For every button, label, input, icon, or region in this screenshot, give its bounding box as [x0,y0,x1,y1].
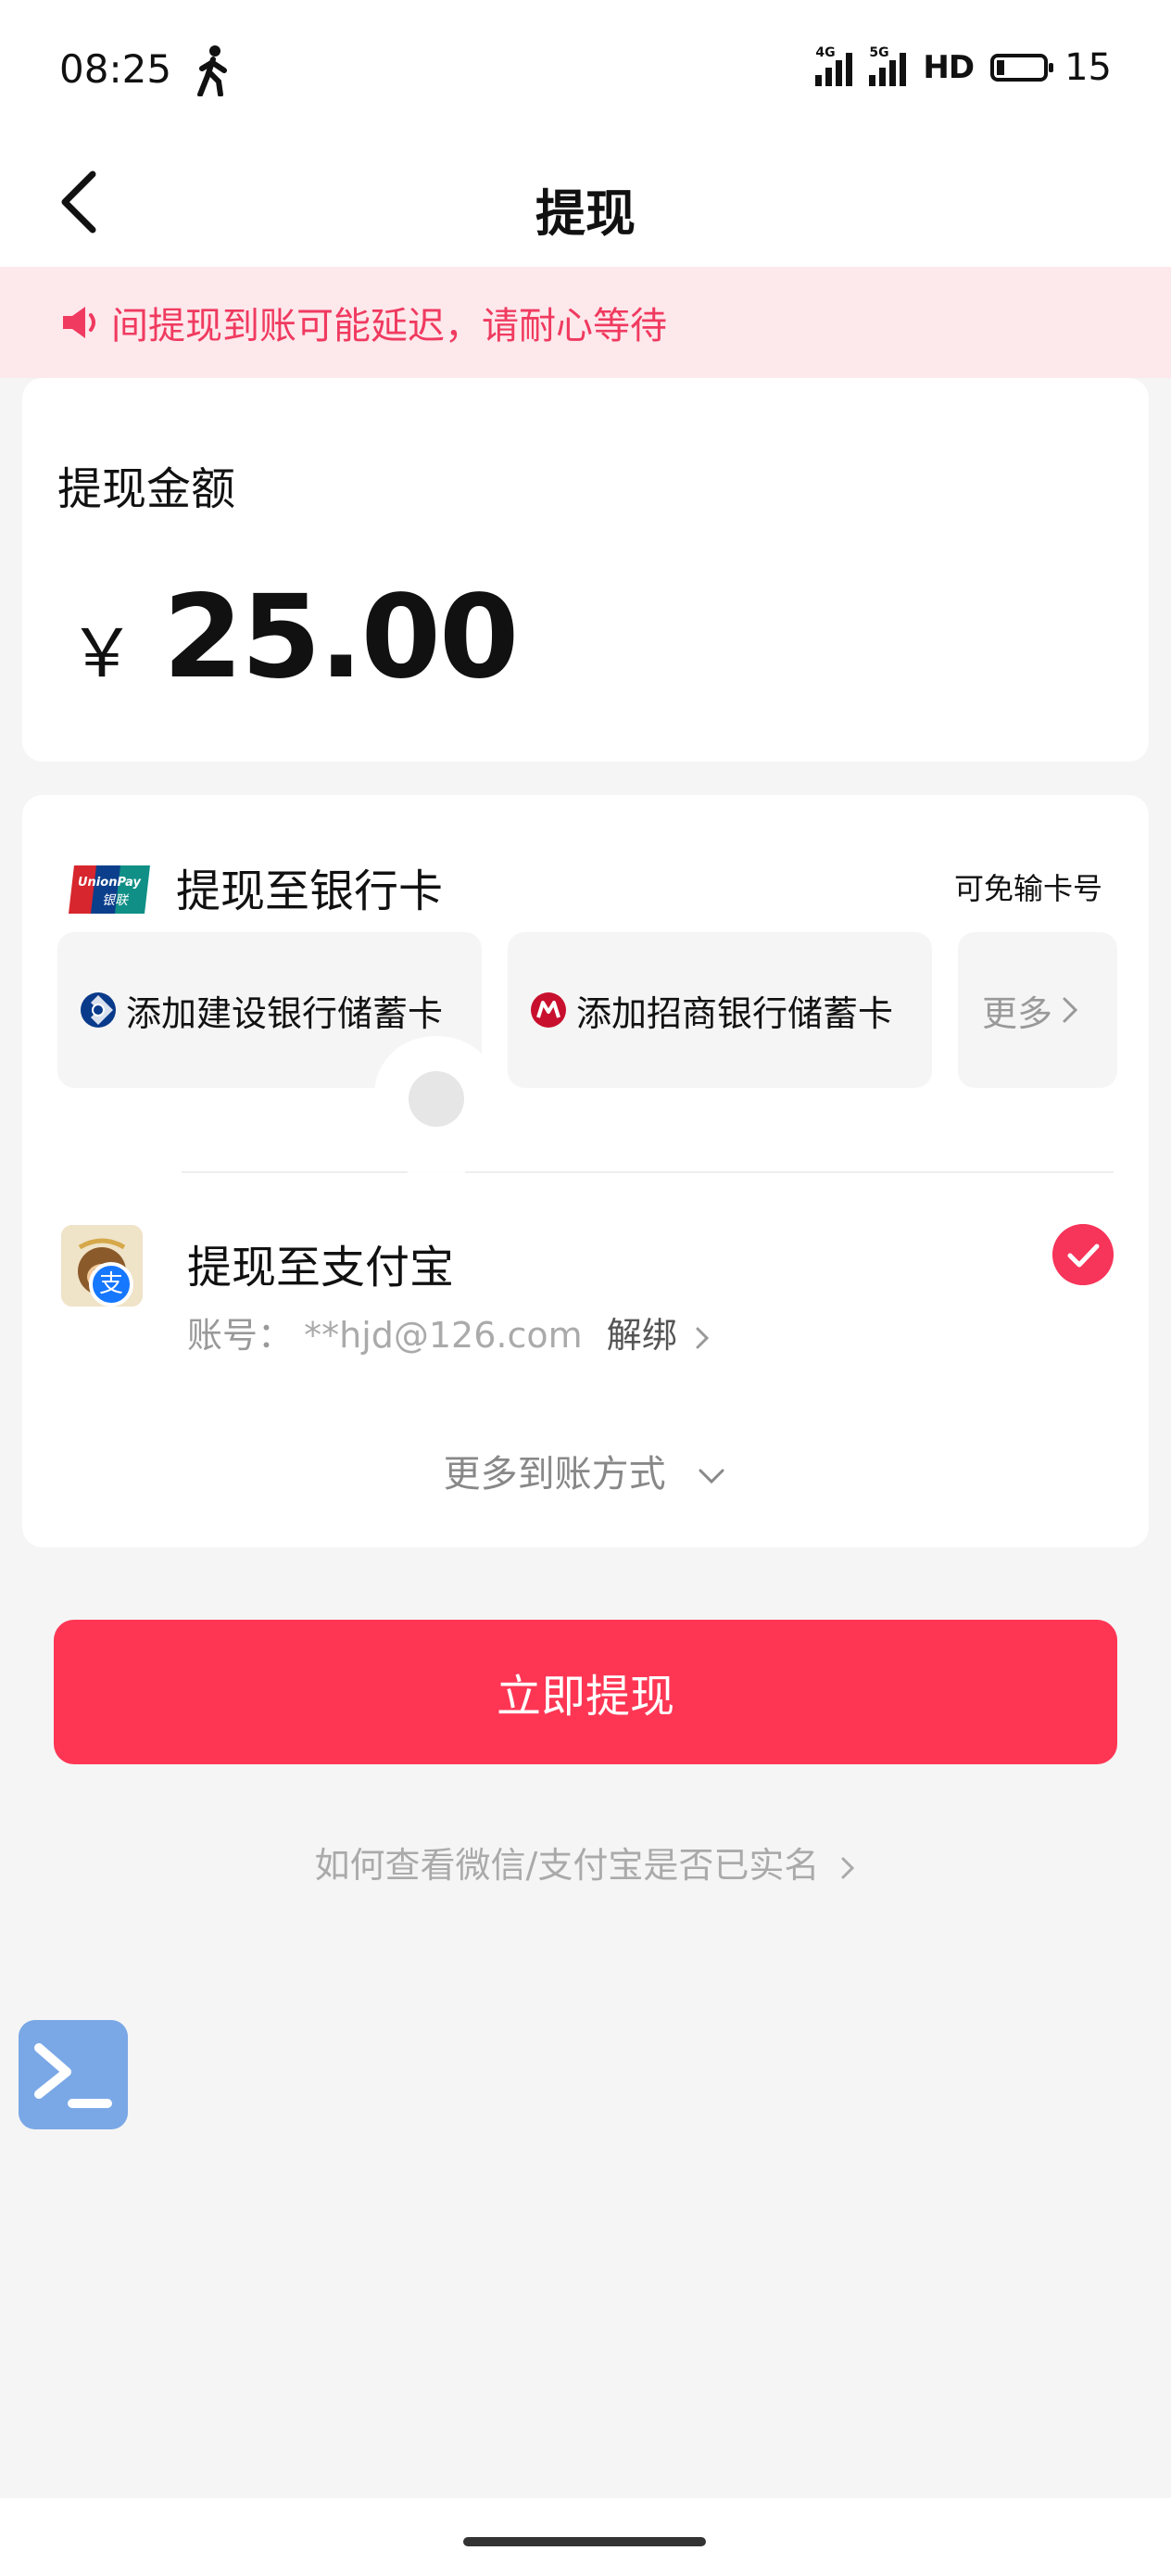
nav-bar: 提现 [0,139,1171,267]
gesture-area [0,2498,1171,2576]
selected-check-icon[interactable] [1052,1224,1114,1285]
chevron-right-icon [1063,997,1078,1023]
add-cmb-card-button[interactable]: 添加招商银行储蓄卡 [508,932,932,1088]
no-card-hint: 可免输卡号 [953,871,1102,906]
battery-level: 15 [1064,46,1112,89]
divider [182,1171,1114,1173]
unbind-link[interactable]: 解绑 [607,1315,677,1356]
svg-text:银联: 银联 [102,893,130,908]
account-label: 账号： [187,1315,294,1356]
location-pin-icon [374,1036,498,1210]
chevron-right-icon [696,1327,709,1348]
cell-signal-5g-icon: 5G [869,45,907,86]
hd-indicator: HD [923,49,975,86]
svg-text:UnionPay: UnionPay [78,876,142,890]
alipay-title: 提现至支付宝 [187,1242,455,1294]
terminal-shortcut-icon[interactable] [19,2020,128,2129]
chevron-down-icon [699,1469,724,1484]
unionpay-icon: UnionPay 银联 [69,865,150,914]
home-indicator[interactable] [463,2537,706,2546]
withdraw-now-button[interactable]: 立即提现 [54,1620,1117,1764]
ccb-logo-icon [81,992,116,1028]
notice-text: 间提现到账可能延迟，请耐心等待 [111,305,667,347]
alipay-badge-icon: 支 [89,1262,133,1307]
amount-value: 25.00 [163,571,519,704]
status-time: 08:25 [59,46,172,92]
amount-card: 提现金额 ￥ 25.00 [22,378,1149,762]
bank-option-label: 添加招商银行储蓄卡 [576,992,894,1034]
alipay-account-row: 账号： **hjd@126.com 解绑 [187,1307,711,1357]
amount-label: 提现金额 [57,463,236,515]
more-methods-label: 更多到账方式 [443,1453,666,1496]
bank-card-title: 提现至银行卡 [176,865,444,917]
more-banks-button[interactable]: 更多 [958,932,1117,1088]
payout-methods-card: UnionPay 银联 提现至银行卡 可免输卡号 添加建设银行储蓄卡 添加招商银… [22,795,1149,1547]
account-value: **hjd@126.com [304,1315,583,1356]
cmb-logo-icon [531,992,566,1028]
more-methods-toggle[interactable]: 更多到账方式 [22,1444,1149,1497]
speaker-icon [63,307,95,338]
bank-options: 添加建设银行储蓄卡 添加招商银行储蓄卡 更多 [57,932,1117,1088]
cell-signal-icon: 4G [815,45,853,86]
more-banks-label: 更多 [982,992,1053,1034]
realname-help-label: 如何查看微信/支付宝是否已实名 [314,1845,820,1886]
page-title: 提现 [535,184,636,243]
chevron-right-icon [841,1857,855,1878]
realname-help-link[interactable]: 如何查看微信/支付宝是否已实名 [0,1837,1171,1888]
walking-icon [197,45,227,96]
status-indicators: 4G 5G HD 15 [815,45,1112,89]
amount-row: ￥ 25.00 [69,571,519,704]
currency-symbol: ￥ [69,614,136,692]
battery-icon [990,54,1054,82]
status-bar: 08:25 4G 5G HD 15 [0,0,1171,139]
notice-banner: 间提现到账可能延迟，请耐心等待 [0,267,1171,378]
